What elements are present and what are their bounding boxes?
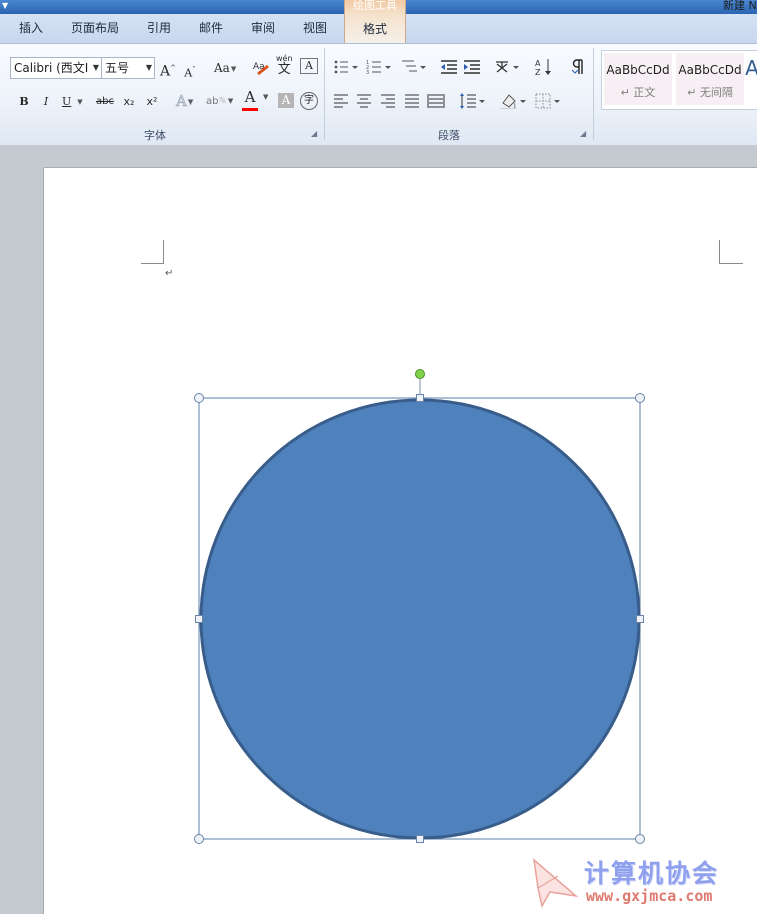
- strikethrough-button[interactable]: abc: [96, 93, 114, 111]
- phonetic-guide-button[interactable]: wén 文: [276, 55, 293, 77]
- shading-button[interactable]: [499, 91, 527, 109]
- font-name-value: Calibri (西文I: [14, 61, 89, 75]
- tab-page-layout[interactable]: 页面布局: [71, 19, 119, 36]
- chinese-layout-button[interactable]: [494, 58, 522, 76]
- enclose-characters-button[interactable]: 字: [300, 92, 318, 110]
- sort-button[interactable]: A Z: [534, 57, 554, 75]
- style-sample: AaBbCcDd: [606, 63, 670, 77]
- decrease-indent-button[interactable]: [440, 59, 458, 77]
- tab-insert[interactable]: 插入: [19, 19, 43, 36]
- resize-handle-left[interactable]: [195, 615, 203, 623]
- style-normal[interactable]: AaBbCcDd ↵ 正文: [604, 53, 672, 105]
- svg-text:Z: Z: [535, 68, 541, 75]
- paragraph-group-label: 段落: [438, 129, 460, 142]
- align-center-button[interactable]: [356, 94, 372, 112]
- watermark-title: 计算机协会: [584, 859, 720, 888]
- tab-view[interactable]: 视图: [303, 19, 327, 36]
- document-title: 新建 N: [723, 0, 757, 12]
- chevron-down-icon[interactable]: ▼: [146, 58, 152, 78]
- shrink-font-button[interactable]: Aˇ: [182, 61, 198, 80]
- circle-shape[interactable]: [199, 398, 641, 840]
- italic-button[interactable]: I: [38, 93, 54, 111]
- underline-button[interactable]: U ▼: [62, 93, 83, 111]
- style-name: ↵ 无间隔: [687, 86, 733, 99]
- font-color-button[interactable]: A ▼: [242, 89, 268, 111]
- font-size-combo[interactable]: 五号 ▼: [101, 57, 155, 79]
- styles-gallery: AaBbCcDd ↵ 正文 AaBbCcDd ↵ 无间隔 A: [601, 50, 757, 110]
- resize-handle-right[interactable]: [636, 615, 644, 623]
- superscript-button[interactable]: x²: [144, 93, 160, 111]
- svg-text:3: 3: [366, 70, 369, 76]
- resize-handle-bottom[interactable]: [416, 835, 424, 843]
- clear-formatting-icon: Aa: [253, 62, 269, 76]
- watermark-logo-icon: [532, 858, 579, 908]
- crop-mark: [719, 240, 720, 264]
- style-sample: A: [689, 56, 757, 80]
- crop-mark: [163, 240, 164, 264]
- line-spacing-button[interactable]: [459, 92, 485, 110]
- font-group-label: 字体: [144, 129, 166, 142]
- style-name: ↵ 正文: [620, 86, 656, 99]
- tab-format[interactable]: 格式: [345, 20, 405, 37]
- subscript-button[interactable]: x₂: [121, 93, 137, 111]
- numbering-button[interactable]: 123: [366, 59, 392, 77]
- chevron-down-icon[interactable]: ▼: [93, 58, 99, 78]
- style-heading-1[interactable]: A: [745, 53, 757, 105]
- change-case-button[interactable]: Aa▼: [214, 59, 236, 77]
- multilevel-list-button[interactable]: [400, 58, 426, 76]
- align-right-button[interactable]: [380, 94, 396, 112]
- text-effects-button[interactable]: A▼: [176, 92, 194, 111]
- distributed-button[interactable]: [427, 93, 445, 111]
- resize-handle-top-right[interactable]: [635, 393, 645, 403]
- increase-indent-button[interactable]: [463, 59, 481, 77]
- drawing-tools-context-tab: 绘图工具 格式: [344, 0, 406, 43]
- paragraph-dialog-launcher-icon[interactable]: ◢: [580, 129, 586, 138]
- highlight-button[interactable]: ab✎▼: [206, 92, 233, 110]
- group-separator: [593, 48, 594, 140]
- resize-handle-top-left[interactable]: [194, 393, 204, 403]
- context-group-label: 绘图工具: [353, 0, 397, 12]
- justify-button[interactable]: [404, 94, 420, 112]
- bold-button[interactable]: B: [16, 93, 32, 111]
- group-separator: [324, 48, 325, 140]
- tab-mailings[interactable]: 邮件: [199, 19, 223, 36]
- tab-references[interactable]: 引用: [147, 19, 171, 36]
- watermark-url: www.gxjmca.com: [586, 887, 713, 905]
- crop-mark: [141, 263, 164, 264]
- character-border-button[interactable]: A: [300, 58, 318, 74]
- show-hide-marks-button[interactable]: [570, 58, 586, 76]
- font-dialog-launcher-icon[interactable]: ◢: [311, 129, 317, 138]
- paragraph-mark: ↵: [165, 268, 174, 279]
- rotate-handle[interactable]: [415, 369, 425, 379]
- font-name-combo[interactable]: Calibri (西文I ▼: [10, 57, 102, 79]
- grow-font-button[interactable]: A^: [160, 59, 176, 80]
- crop-mark: [720, 263, 743, 264]
- svg-text:A: A: [535, 59, 541, 68]
- clear-formatting-button[interactable]: Aa: [252, 58, 270, 76]
- bullets-button[interactable]: [333, 59, 359, 77]
- quick-access-dropdown-icon[interactable]: ▼: [2, 1, 8, 10]
- align-left-button[interactable]: [333, 94, 349, 112]
- font-size-value: 五号: [105, 61, 130, 75]
- borders-button[interactable]: [535, 92, 561, 110]
- resize-handle-bottom-left[interactable]: [194, 834, 204, 844]
- character-shading-button[interactable]: A: [278, 93, 294, 108]
- tab-review[interactable]: 审阅: [251, 19, 275, 36]
- resize-handle-bottom-right[interactable]: [635, 834, 645, 844]
- watermark: 计算机协会 www.gxjmca.com: [528, 850, 757, 914]
- resize-handle-top[interactable]: [416, 394, 424, 402]
- font-color-bar: [242, 108, 258, 111]
- ribbon-tab-bar: ▼ 插入 页面布局 引用 邮件 审阅 视图 绘图工具 格式 新建 N: [0, 0, 757, 43]
